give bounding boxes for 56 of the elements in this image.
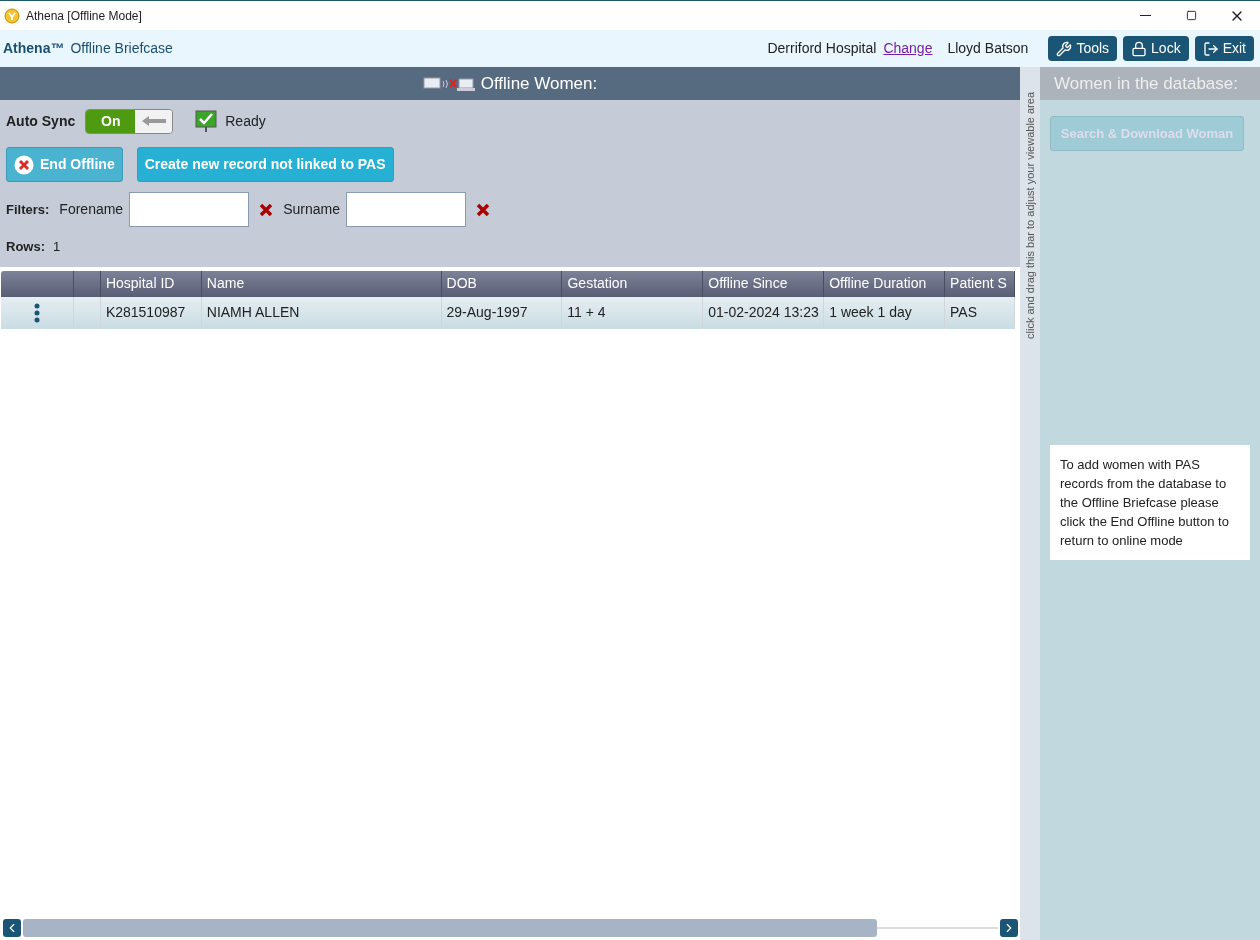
lock-icon [1131,40,1148,57]
check-flag-icon [195,110,218,132]
scrollbar-thumb[interactable] [23,919,877,937]
window-title: Athena [Offline Mode] [26,7,142,25]
exit-button[interactable]: Exit [1194,36,1254,61]
user-name: Lloyd Batson [947,39,1029,58]
table-cell: K281510987 [100,296,202,329]
column-header[interactable]: Name [201,270,442,297]
close-circle-icon [14,154,34,175]
offline-icon [422,74,475,93]
splitter-bar[interactable]: click and drag this bar to adjust your viewable area [1020,67,1040,940]
scroll-left-button[interactable] [3,919,21,937]
filters-label: Filters: [6,200,50,219]
column-header[interactable]: Offline Duration [824,270,946,297]
auto-sync-toggle[interactable]: On [85,108,174,134]
table-cell: NIAMH ALLEN [201,296,442,329]
table-row[interactable]: K281510987 NIAMH ALLEN 29-Aug-1997 11 + 4 01-02-2024 13:23 1 week 1 day PAS [1,296,1015,329]
brand-name: Athena™ [3,39,65,58]
maximize-icon [1185,10,1197,21]
change-link[interactable]: Change [883,38,933,59]
rows-label: Rows: [6,238,45,256]
column-header[interactable]: Patient S [945,270,1015,297]
filter-label: Forename [59,200,124,219]
column-header[interactable]: DOB [441,270,563,297]
hospital-name: Derriford Hospital [767,39,877,58]
table-cell: PAS [945,296,1015,329]
right-panel-title: Women in the database: [1054,72,1238,95]
filter-field[interactable] [129,192,250,227]
rows-count: 1 [53,238,61,256]
table-cell: 1 week 1 day [824,296,946,329]
column-header[interactable]: Gestation [562,270,704,297]
clear-filter-icon[interactable] [259,202,274,217]
exit-icon [1202,40,1219,57]
auto-sync-label: Auto Sync [6,111,76,131]
app-subtitle: Offline Briefcase [70,39,173,58]
filter-field[interactable] [345,192,466,227]
column-header[interactable]: Offline Since [703,270,825,297]
table-cell: 11 + 4 [562,296,704,329]
column-header[interactable]: Hospital ID [100,270,202,297]
lock-button[interactable]: Lock [1123,36,1189,61]
tools-button[interactable]: Tools [1048,36,1118,61]
minimize-icon [1139,15,1151,16]
panel-title: Offline Women: [480,72,598,95]
table-cell: 29-Aug-1997 [441,296,563,329]
app-logo-icon [4,7,20,24]
tools-icon [1056,40,1073,57]
create-record-button[interactable]: Create new record not linked to PAS [136,147,394,182]
more-options-icon[interactable] [33,302,40,323]
clear-filter-icon[interactable] [475,202,490,217]
scroll-right-button[interactable] [1000,919,1018,937]
status-text: Ready [225,111,266,131]
filter-label: Surname [283,200,340,219]
splitter-hint: click and drag this bar to adjust your viewable area [1022,90,1037,339]
info-note: To add women with PAS records from the database to the Offline Briefcase please click the End Offline button to return to online mode [1050,445,1250,560]
table-cell: 01-02-2024 13:23 [703,296,825,329]
arrow-left-icon [140,115,167,127]
